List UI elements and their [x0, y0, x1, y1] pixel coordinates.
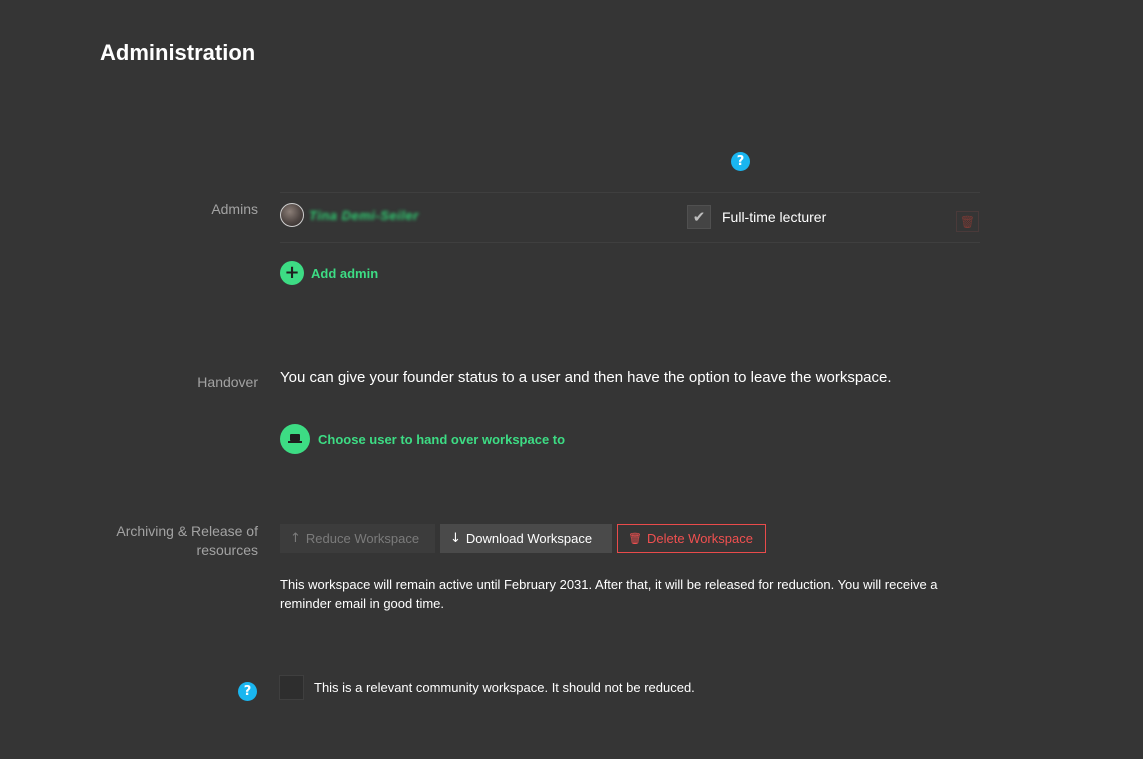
archiving-info-text: This workspace will remain active until …: [280, 577, 938, 611]
reduce-workspace-label: Reduce Workspace: [305, 531, 420, 546]
download-workspace-button[interactable]: ↓ Download Workspace: [440, 524, 612, 553]
avatar: [280, 203, 304, 227]
community-workspace-checkbox[interactable]: [279, 675, 304, 700]
administration-page: Administration ? Admins Tina Demi-Seiler…: [0, 0, 1143, 759]
trash-icon: 🗑: [959, 214, 976, 229]
full-time-lecturer-label: Full-time lecturer: [722, 209, 827, 225]
delete-workspace-label: Delete Workspace: [646, 531, 753, 546]
community-help-icon[interactable]: ?: [238, 682, 257, 701]
admins-top-divider: [280, 192, 980, 193]
plus-icon: +: [280, 261, 304, 285]
delete-workspace-button[interactable]: 🗑 Delete Workspace: [617, 524, 766, 553]
trash-icon: 🗑: [628, 532, 642, 545]
add-admin-label: Add admin: [311, 265, 379, 281]
handover-description: You can give your founder status to a us…: [280, 369, 892, 386]
add-admin-button[interactable]: + Add admin: [280, 261, 378, 285]
full-time-lecturer-checkbox[interactable]: ✔: [687, 205, 711, 229]
delete-admin-button[interactable]: 🗑: [956, 211, 979, 232]
community-workspace-label: This is a relevant community workspace. …: [314, 680, 695, 695]
admin-name[interactable]: Tina Demi-Seiler: [309, 208, 419, 223]
full-time-lecturer-help-icon[interactable]: ?: [731, 152, 750, 171]
arrow-down-icon: ↓: [450, 531, 461, 546]
choose-handover-user-button[interactable]: Choose user to hand over workspace to: [280, 424, 565, 454]
admins-label: Admins: [211, 201, 258, 217]
laptop-icon: [288, 434, 302, 444]
arrow-up-icon: ↑: [290, 531, 301, 546]
archiving-label: Archiving & Release of resources: [116, 523, 258, 558]
handover-label: Handover: [197, 374, 258, 390]
download-workspace-label: Download Workspace: [465, 531, 593, 546]
admins-bottom-divider: [280, 242, 980, 243]
admin-row: Tina Demi-Seiler: [280, 203, 419, 227]
choose-handover-user-label: Choose user to hand over workspace to: [318, 431, 566, 447]
reduce-workspace-button[interactable]: ↑ Reduce Workspace: [280, 524, 435, 553]
page-title: Administration: [100, 40, 256, 65]
handover-icon-circle: [280, 424, 310, 454]
